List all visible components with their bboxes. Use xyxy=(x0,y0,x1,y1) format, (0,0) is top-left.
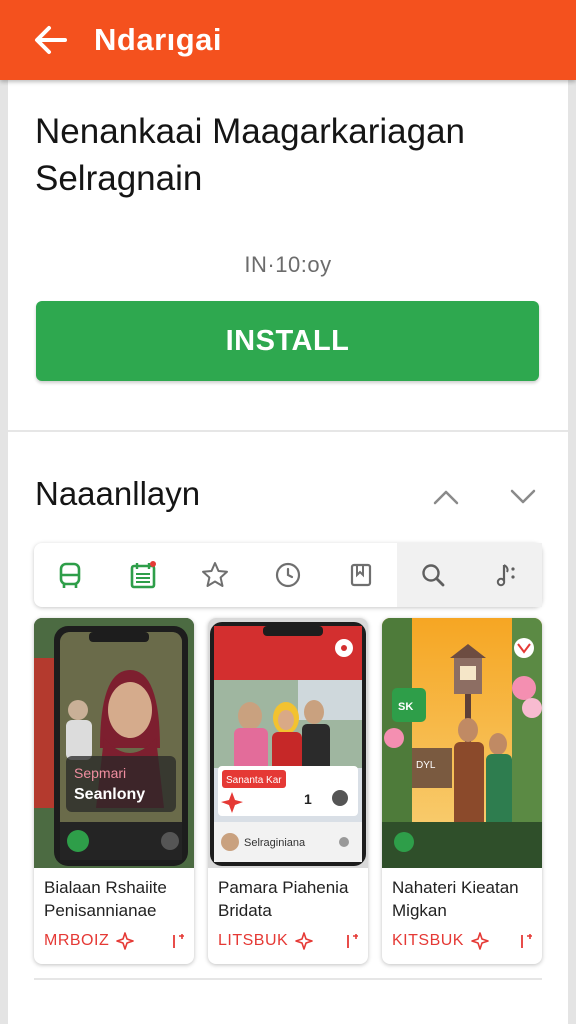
tab-recent[interactable] xyxy=(252,543,325,607)
overlay-subtitle-1: Seanlony xyxy=(74,786,145,803)
tab-music[interactable] xyxy=(469,543,543,607)
tab-transport[interactable] xyxy=(34,543,107,607)
app-bar: Ndarıgai xyxy=(0,0,576,80)
tab-favorites[interactable] xyxy=(179,543,252,607)
chevron-up-icon xyxy=(433,490,459,505)
screenshot-caption-3: Nahateri Kieatan Migkan xyxy=(392,878,519,920)
clock-icon xyxy=(275,562,301,588)
open-external-icon[interactable] xyxy=(343,931,363,951)
expand-button[interactable] xyxy=(506,480,540,514)
card-footer-2: LITSBUK xyxy=(218,928,363,954)
arrow-left-icon xyxy=(35,26,67,54)
screenshot-image-3: SK DYL xyxy=(382,618,542,868)
open-external-icon[interactable] xyxy=(169,931,189,951)
tab-saved[interactable] xyxy=(324,543,397,607)
app-details-panel: Nenankaai Maagarkariagan Selragnain IN·1… xyxy=(8,80,568,1024)
overlay-profile-2: Selraginiana xyxy=(244,837,306,849)
screenshot-caption-1: Bialaan Rshaiite Penisannianae xyxy=(44,878,167,920)
card-tag-3: KITSBUK xyxy=(392,932,464,949)
back-button[interactable] xyxy=(30,20,70,60)
overlay-sign-3: DYL xyxy=(416,760,436,771)
page-edge-right xyxy=(568,80,576,1024)
card-tag-2: LITSBUK xyxy=(218,932,289,949)
screenshot-caption-2: Pamara Piahenia Bridata xyxy=(218,878,349,920)
screenshot-card-2[interactable]: Sananta Kar 1 Selraginiana Pamara Piahen… xyxy=(208,618,368,964)
overlay-count-2: 1 xyxy=(304,791,312,807)
star-icon xyxy=(202,562,229,587)
screenshot-image-2: Sananta Kar 1 Selraginiana xyxy=(208,618,368,868)
sparkle-icon xyxy=(116,932,135,950)
screenshot-card-1[interactable]: Sepmari Seanlony Bialaan Rshaiite Penisa… xyxy=(34,618,194,964)
bus-icon xyxy=(59,562,81,588)
divider xyxy=(8,430,568,432)
tab-search[interactable] xyxy=(396,543,470,607)
card-footer-3: KITSBUK xyxy=(392,928,537,954)
screenshot-carousel: Sepmari Seanlony Bialaan Rshaiite Penisa… xyxy=(34,618,542,964)
card-footer-1: MRBOIZ xyxy=(44,928,189,954)
sparkle-icon xyxy=(471,932,489,950)
music-note-icon xyxy=(496,564,515,587)
category-tab-bar xyxy=(34,543,543,607)
install-button[interactable]: INSTALL xyxy=(36,301,539,381)
tab-events[interactable] xyxy=(107,543,180,607)
screenshot-card-3[interactable]: SK DYL Nahateri Kieatan Migkan KITSBUK xyxy=(382,618,542,964)
app-title: Nenankaai Maagarkariagan Selragnain xyxy=(35,112,465,198)
card-tag-1: MRBOIZ xyxy=(44,932,110,949)
bookmark-icon xyxy=(350,563,371,587)
divider xyxy=(34,978,542,980)
section-title: Naaanllayn xyxy=(35,475,201,512)
overlay-badge-2: Sananta Kar xyxy=(226,775,282,786)
overlay-title-1: Sepmari xyxy=(74,765,126,781)
chevron-down-icon xyxy=(510,489,536,504)
collapse-button[interactable] xyxy=(429,480,463,514)
page-title: Ndarıgai xyxy=(94,22,223,57)
app-meta: IN·10:oy xyxy=(244,252,332,277)
calendar-list-icon xyxy=(130,561,156,589)
search-icon xyxy=(422,564,445,587)
sparkle-icon xyxy=(295,932,313,950)
overlay-logo-3: SK xyxy=(398,701,413,713)
open-external-icon[interactable] xyxy=(517,931,537,951)
screenshot-image-1: Sepmari Seanlony xyxy=(34,618,194,868)
page-edge-left xyxy=(0,80,8,1024)
